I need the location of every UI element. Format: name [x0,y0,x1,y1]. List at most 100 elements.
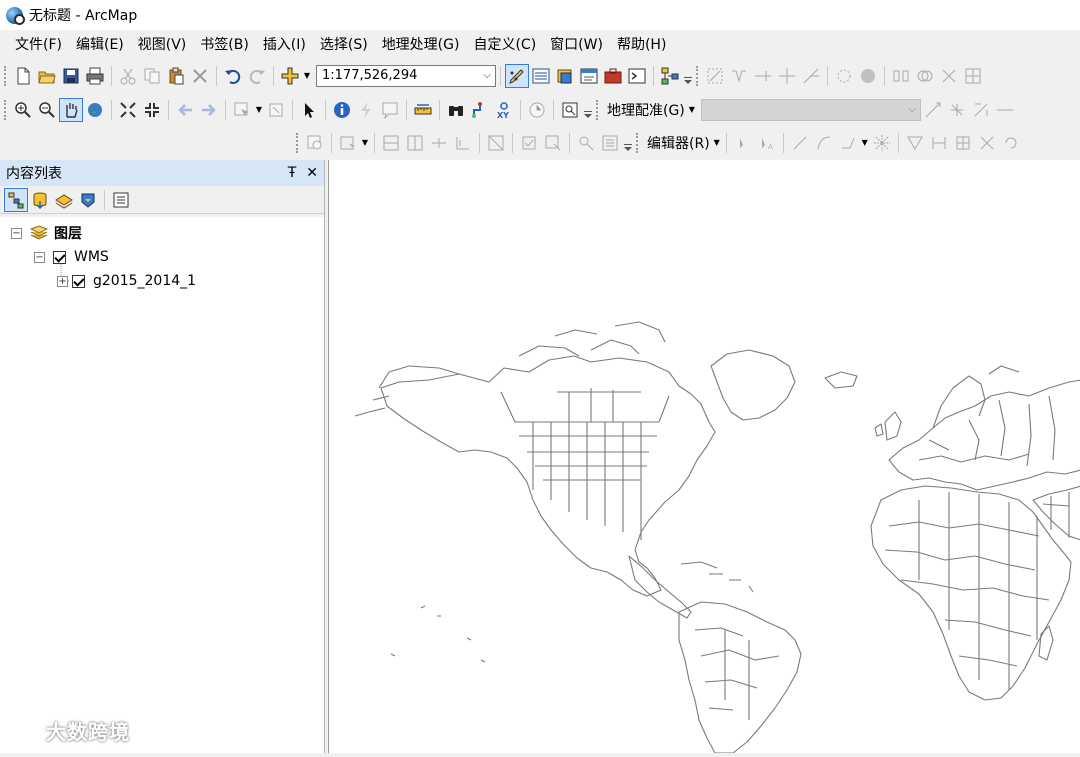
add-data-icon[interactable] [278,64,302,88]
sketch-tool-icon[interactable] [832,64,856,88]
chevron-down-icon[interactable]: ▼ [254,105,264,114]
straight-segment-icon[interactable] [788,131,812,155]
catalog-icon[interactable] [553,64,577,88]
copy-icon[interactable] [140,64,164,88]
model-builder-icon[interactable] [658,64,682,88]
georeferencing-menu[interactable]: 地理配准(G) [603,100,687,120]
edit-vertices-tool-icon[interactable] [903,131,927,155]
chevron-down-icon[interactable]: ▼ [712,138,722,147]
topology-edit-icon[interactable] [403,131,427,155]
menu-insert[interactable]: 插入(I) [256,32,313,58]
pan-hand-icon[interactable] [59,97,83,122]
end-point-arc-icon[interactable] [812,131,836,155]
show-shared-features-icon[interactable] [427,131,451,155]
cut-polygon-icon[interactable] [775,64,799,88]
fix-topology-error-icon[interactable] [517,131,541,155]
add-control-points-icon[interactable] [921,98,945,122]
arctoolbox-icon[interactable] [601,64,625,88]
merge-icon[interactable] [889,64,913,88]
shift-raster-icon[interactable] [993,98,1017,122]
delete-icon[interactable] [188,64,212,88]
print-icon[interactable] [83,64,107,88]
zoom-in-icon[interactable] [11,98,35,122]
new-document-icon[interactable] [11,64,35,88]
search-window-icon[interactable] [577,64,601,88]
select-features-icon[interactable] [230,98,254,122]
buffer-icon[interactable] [961,64,985,88]
chevron-down-icon[interactable]: ▼ [302,71,312,80]
list-by-source-icon[interactable] [28,188,52,212]
measure-ruler-icon[interactable] [411,98,435,122]
python-window-icon[interactable] [625,64,649,88]
edit-vertices-icon[interactable] [703,64,727,88]
menu-selection[interactable]: 选择(S) [313,32,375,58]
trace-tool-icon[interactable] [836,131,860,155]
menu-windows[interactable]: 窗口(W) [543,32,610,58]
editor-toolbar-icon[interactable] [505,63,529,88]
toolbar-overflow-icon[interactable] [682,65,692,87]
chevron-down-icon[interactable]: ⌵ [483,70,491,81]
collapse-toggle[interactable]: − [34,251,45,263]
map-scale-combo[interactable]: 1:177,526,294 ⌵ [316,64,496,87]
link-table-icon[interactable] [945,98,969,122]
toolbar-grip[interactable] [4,99,8,120]
save-icon[interactable] [59,64,83,88]
zoom-out-icon[interactable] [35,98,59,122]
toolbar-grip[interactable] [596,99,600,120]
close-icon[interactable]: ✕ [306,165,318,181]
list-by-selection-icon[interactable] [76,188,100,212]
find-route-icon[interactable] [468,98,492,122]
redo-icon[interactable] [245,64,269,88]
chevron-down-icon[interactable]: ▼ [860,138,870,147]
identify-info-icon[interactable] [330,98,354,122]
go-to-xy-icon[interactable]: XY [492,98,516,122]
toolbar-grip[interactable] [296,132,300,153]
topology-rules-icon[interactable] [598,131,622,155]
error-inspector-icon[interactable] [574,131,598,155]
open-folder-icon[interactable] [35,64,59,88]
menu-geoprocessing[interactable]: 地理处理(G) [375,32,467,58]
fixed-zoom-out-icon[interactable] [140,98,164,122]
wms-layer-row[interactable]: − WMS [34,246,109,268]
map-display[interactable] [328,160,1080,754]
wms-visibility-checkbox[interactable] [53,250,66,264]
menu-file[interactable]: 文件(F) [8,32,69,58]
chevron-down-icon[interactable]: ▼ [360,138,370,147]
toc-options-icon[interactable] [109,188,133,212]
layout-zoom-icon[interactable] [303,131,327,155]
union-icon[interactable] [913,64,937,88]
collapse-toggle[interactable]: − [11,227,22,239]
validate-topology-icon[interactable] [541,131,565,155]
edit-tool-arrow-icon[interactable] [731,131,755,155]
reshape-feature-tool-icon[interactable] [927,131,951,155]
html-popup-icon[interactable] [378,98,402,122]
go-forward-extent-icon[interactable] [197,98,221,122]
split-tool-icon[interactable] [751,64,775,88]
list-by-drawing-order-icon[interactable] [4,187,28,212]
toolbar-overflow-icon[interactable] [622,132,632,154]
list-by-visibility-icon[interactable] [52,188,76,212]
create-viewer-window-icon[interactable] [558,98,582,122]
split-line-tool-icon[interactable] [975,131,999,155]
undo-icon[interactable] [221,64,245,88]
toolbar-grip[interactable] [4,65,8,86]
rotate-tool-icon[interactable] [799,64,823,88]
topology-select-icon[interactable] [336,131,360,155]
sublayer-row[interactable]: + g2015_2014_1 [57,270,196,292]
editor-menu[interactable]: 编辑器(R) [643,133,712,153]
toolbar-grip[interactable] [636,132,640,153]
paste-icon[interactable] [164,64,188,88]
menu-bookmarks[interactable]: 书签(B) [193,32,256,58]
construct-features-icon[interactable] [484,131,508,155]
cut-polygons-tool-icon[interactable] [951,131,975,155]
table-of-contents-icon[interactable] [529,64,553,88]
menu-edit[interactable]: 编辑(E) [69,32,131,58]
toolbar-grip[interactable] [696,65,700,86]
point-tool-icon[interactable] [870,131,894,155]
reshape-icon[interactable] [727,64,751,88]
toolbar-overflow-icon[interactable] [582,99,592,121]
map-topology-icon[interactable] [379,131,403,155]
chevron-down-icon[interactable]: ▼ [687,105,697,114]
menu-view[interactable]: 视图(V) [131,32,194,58]
clear-selection-icon[interactable] [264,98,288,122]
